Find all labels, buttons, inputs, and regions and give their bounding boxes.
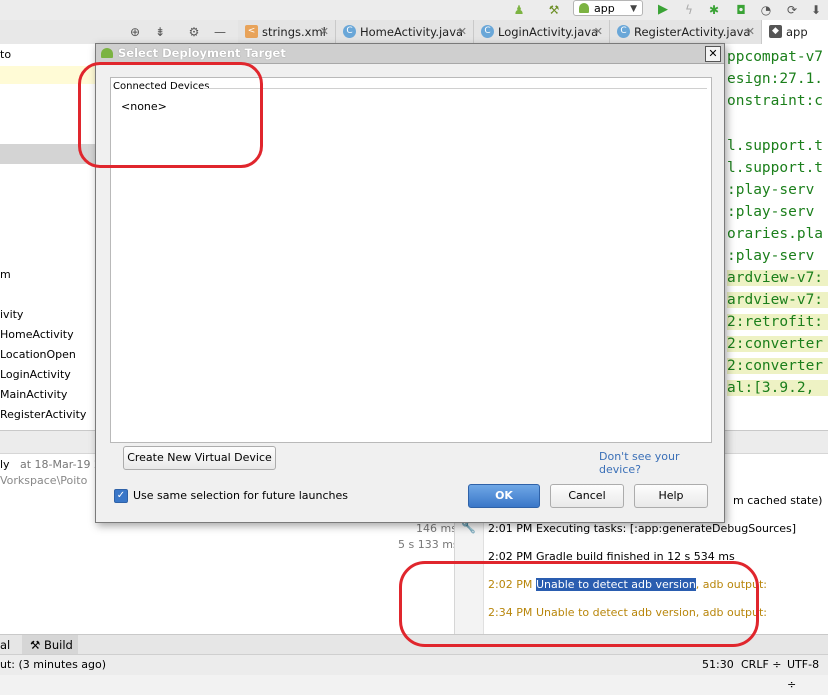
debug-icon[interactable]: ✱: [706, 2, 722, 18]
help-button[interactable]: Help: [634, 484, 708, 508]
tab-label: app: [786, 25, 808, 39]
code-line: ardview-v7:: [727, 292, 828, 308]
build-tree-item[interactable]: ly: [0, 458, 10, 471]
close-icon[interactable]: ✕: [320, 20, 329, 44]
code-line: al:[3.9.2,: [727, 380, 828, 396]
project-tree-item[interactable]: m: [0, 268, 11, 281]
checkbox-label: Use same selection for future launches: [133, 489, 348, 502]
minimize-icon[interactable]: —: [212, 24, 228, 40]
tab-build[interactable]: ⚒ Build: [22, 635, 78, 655]
collapse-icon[interactable]: ⇟: [152, 24, 168, 40]
project-tree-item[interactable]: LoginActivity: [0, 368, 71, 381]
run-icon[interactable]: ▶: [655, 2, 671, 18]
build-hammer-icon: ⚒: [30, 638, 41, 652]
status-message: ut: (3 minutes ago): [0, 658, 107, 671]
duration-label: 146 ms: [416, 522, 457, 535]
line-separator[interactable]: CRLF ÷: [741, 655, 782, 675]
tab-label: RegisterActivity.java: [634, 25, 751, 39]
project-tree-item[interactable]: HomeActivity: [0, 328, 74, 341]
class-icon: C: [343, 25, 356, 38]
close-icon[interactable]: ✕: [594, 20, 603, 44]
log-message: Executing tasks: [:app:generateDebugSour…: [536, 522, 797, 535]
project-tree-item[interactable]: to: [0, 48, 11, 61]
code-line: ppcompat-v7: [727, 49, 824, 65]
gradle-icon: ◆: [769, 25, 782, 38]
sdk-manager-icon[interactable]: ⬇: [808, 2, 824, 18]
code-line: 2:retrofit:: [727, 314, 828, 330]
close-icon[interactable]: ✕: [746, 20, 755, 44]
class-icon: C: [481, 25, 494, 38]
xml-icon: <: [245, 25, 258, 38]
ok-button[interactable]: OK: [468, 484, 540, 508]
annotation-ellipse: [399, 561, 759, 647]
code-line: :play-serv: [727, 182, 815, 198]
duration-label: 5 s 133 ms: [398, 538, 459, 551]
code-line: esign:27.1.: [727, 71, 824, 87]
apply-changes-icon[interactable]: ϟ: [681, 2, 697, 18]
create-virtual-device-button[interactable]: Create New Virtual Device: [123, 446, 276, 470]
code-line: :play-serv: [727, 204, 815, 220]
build-timestamp: at 18-Mar-19 2: [20, 458, 102, 471]
android-icon[interactable]: ♟: [511, 2, 527, 18]
class-icon: C: [617, 25, 630, 38]
coverage-icon[interactable]: ◘: [733, 2, 749, 18]
code-line: 2:converter: [727, 358, 828, 374]
tab-strings-xml[interactable]: < strings.xml ✕: [238, 20, 336, 44]
log-time: 2:01 PM: [488, 522, 533, 535]
close-button[interactable]: ✕: [705, 46, 721, 62]
cached-note: m cached state): [733, 494, 823, 507]
project-tree-item[interactable]: ivity: [0, 308, 23, 321]
main-toolbar: ♟ ⚒ app ▼ ▶ ϟ ✱ ◘ ◔ ⟳ ⬇: [0, 0, 828, 21]
checkbox[interactable]: ✓: [114, 489, 128, 503]
project-tree-item[interactable]: LocationOpen: [0, 348, 76, 361]
gear-icon[interactable]: ⚙: [186, 24, 202, 40]
status-bar: ut: (3 minutes ago) 51:30 CRLF ÷ UTF-8 ÷: [0, 654, 828, 691]
target-icon[interactable]: ⊕: [127, 24, 143, 40]
tab-app-gradle[interactable]: ◆ app: [762, 20, 828, 44]
android-icon: [579, 3, 589, 13]
code-line: oraries.pla: [727, 226, 824, 242]
code-line: l.support.t: [727, 138, 824, 154]
cursor-position[interactable]: 51:30: [702, 655, 734, 675]
dialog-title-bar[interactable]: Select Deployment Target ✕: [96, 44, 724, 64]
tab-build-label: Build: [43, 638, 73, 652]
build-path: Vorkspace\Poito: [0, 474, 88, 487]
chevron-down-icon: ▼: [630, 4, 637, 14]
tab-label: LoginActivity.java: [498, 25, 599, 39]
cancel-button[interactable]: Cancel: [550, 484, 624, 508]
tab-register-activity[interactable]: C RegisterActivity.java ✕: [610, 20, 762, 44]
code-line: :play-serv: [727, 248, 815, 264]
tab-home-activity[interactable]: C HomeActivity.java ✕: [336, 20, 474, 44]
dialog-title: Select Deployment Target: [118, 46, 286, 60]
tab-login-activity[interactable]: C LoginActivity.java ✕: [474, 20, 610, 44]
tab-terminal[interactable]: al: [0, 635, 10, 655]
file-encoding[interactable]: UTF-8 ÷: [787, 655, 828, 695]
run-config-label: app: [594, 2, 615, 15]
dont-see-device-link[interactable]: Don't see your device?: [599, 450, 724, 476]
project-tree-item[interactable]: MainActivity: [0, 388, 67, 401]
project-tree-item[interactable]: RegisterActivity: [0, 408, 86, 421]
code-line: onstraint:c: [727, 93, 824, 109]
android-icon: [101, 48, 113, 58]
code-line: ardview-v7:: [727, 270, 828, 286]
editor-tab-bar: ⊕ ⇟ ⚙ — < strings.xml ✕ C HomeActivity.j…: [0, 20, 828, 45]
run-config-select[interactable]: app ▼: [573, 0, 643, 16]
profiler-icon[interactable]: ◔: [758, 2, 774, 18]
code-line: 2:converter: [727, 336, 828, 352]
annotation-ellipse: [78, 62, 263, 168]
sync-icon[interactable]: ⟳: [784, 2, 800, 18]
close-icon[interactable]: ✕: [458, 20, 467, 44]
tab-label: strings.xml: [262, 25, 326, 39]
code-line: l.support.t: [727, 160, 824, 176]
build-hammer-icon[interactable]: ⚒: [546, 2, 562, 18]
tab-label: HomeActivity.java: [360, 25, 464, 39]
